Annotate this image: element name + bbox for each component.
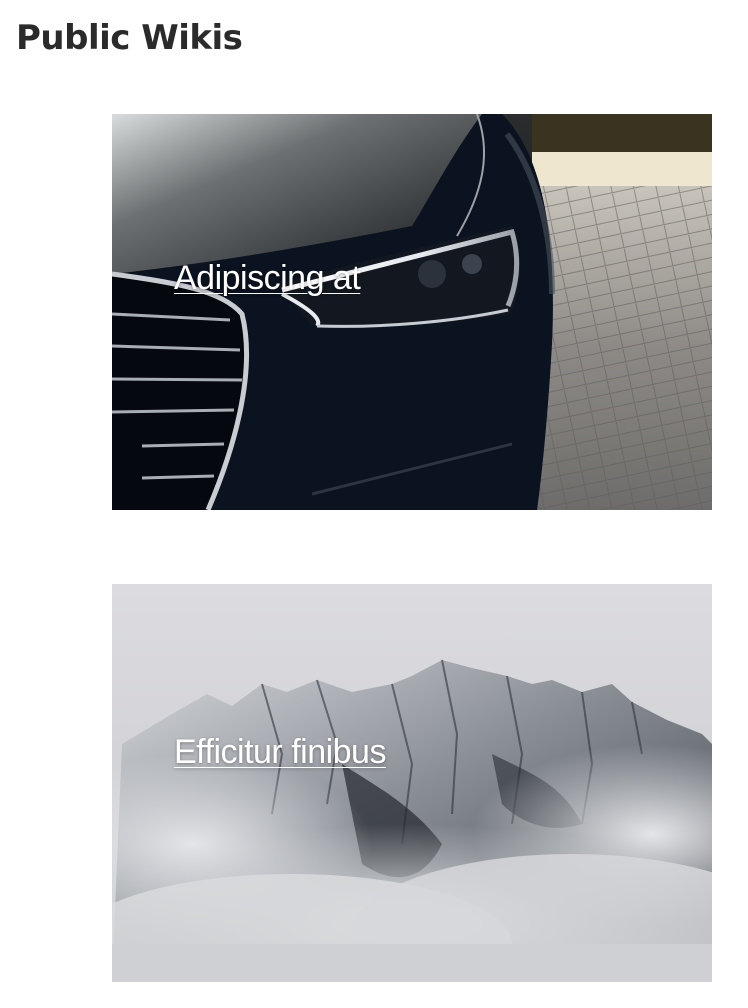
wiki-card-title[interactable]: Adipiscing at [174, 258, 361, 298]
wiki-card-adipiscing-at[interactable]: Adipiscing at [112, 114, 712, 510]
car-headlight-image [112, 114, 712, 510]
misty-mountain-image [112, 584, 712, 982]
page-title: Public Wikis [16, 18, 243, 58]
wiki-card-title[interactable]: Efficitur finibus [174, 732, 386, 772]
wiki-card-efficitur-finibus[interactable]: Efficitur finibus [112, 584, 712, 982]
